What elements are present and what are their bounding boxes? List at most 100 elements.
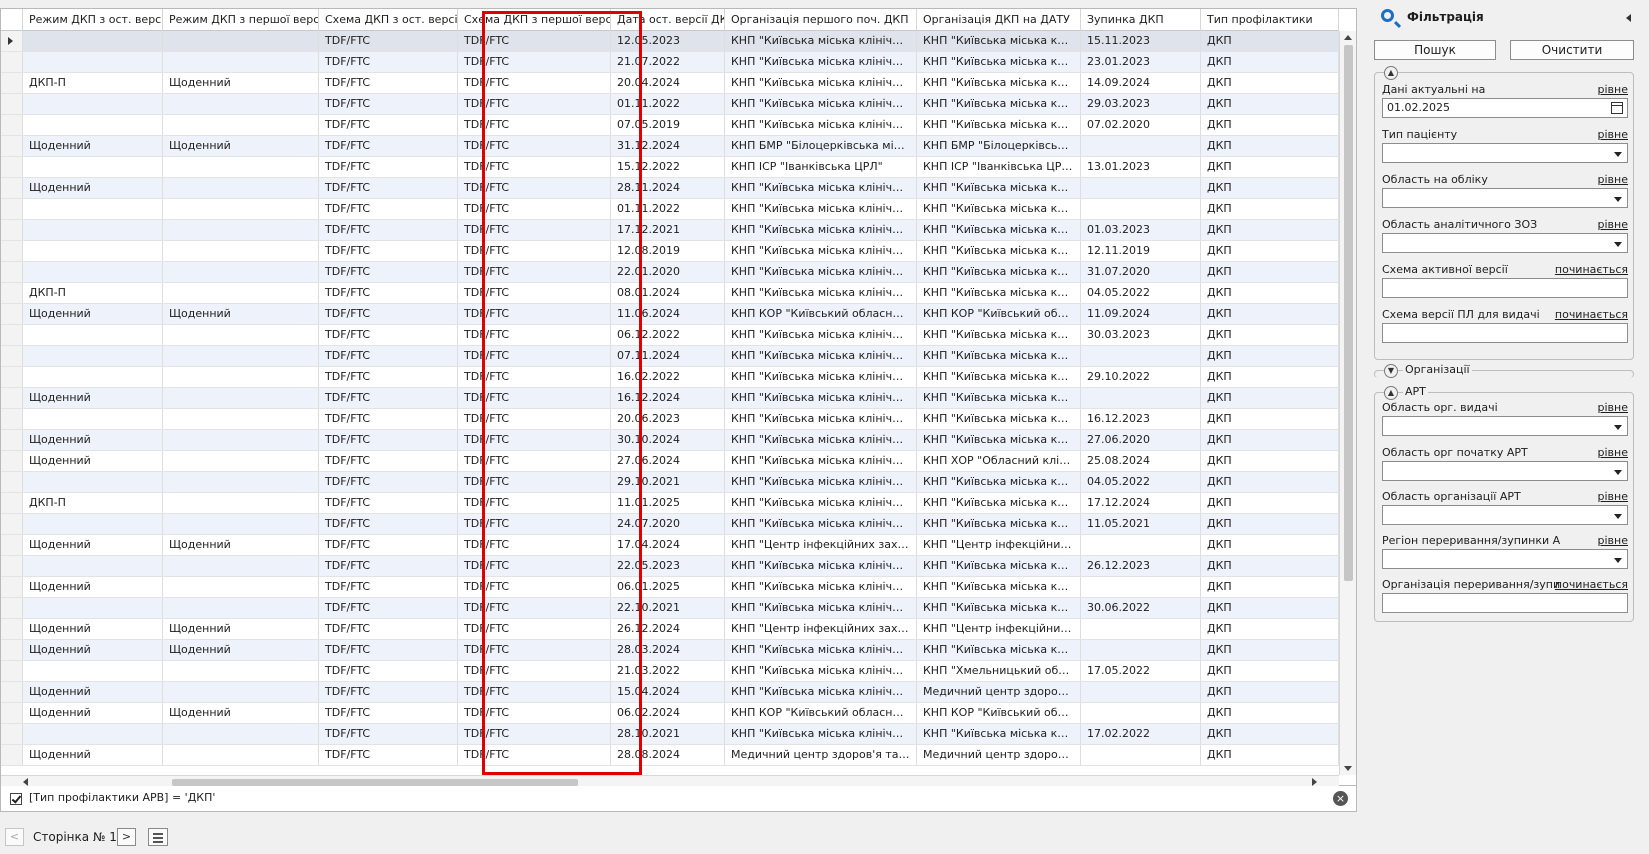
- table-cell-c2[interactable]: [163, 94, 319, 114]
- date-input[interactable]: 01.02.2025: [1382, 98, 1628, 118]
- region-analytic-select[interactable]: [1382, 233, 1628, 253]
- table-cell-c2[interactable]: [163, 283, 319, 303]
- row-indicator[interactable]: [1, 682, 23, 702]
- table-cell-c8[interactable]: 14.09.2024: [1081, 73, 1201, 93]
- table-row[interactable]: TDF/FTC TDF/FTC 21.07.2022 КНП "Київська мі…: [1, 52, 1339, 73]
- table-cell-c5[interactable]: 15.04.2024: [611, 682, 725, 702]
- table-cell-c3[interactable]: TDF/FTC: [319, 52, 458, 72]
- table-cell-c7[interactable]: КНП "Київська міська клініч...: [917, 346, 1081, 366]
- table-cell-c7[interactable]: КНП "Київська міська клініч...: [917, 493, 1081, 513]
- table-cell-c8[interactable]: [1081, 577, 1201, 597]
- table-cell-c1[interactable]: [23, 31, 163, 51]
- table-cell-c3[interactable]: TDF/FTC: [319, 178, 458, 198]
- table-cell-c1[interactable]: [23, 157, 163, 177]
- row-indicator[interactable]: [1, 283, 23, 303]
- table-cell-c4[interactable]: TDF/FTC: [458, 535, 611, 555]
- table-cell-c6[interactable]: КНП "Центр інфекційних захвор...: [725, 535, 917, 555]
- table-cell-c1[interactable]: Щоденний: [23, 745, 163, 765]
- chevron-down-icon[interactable]: [1614, 514, 1622, 519]
- table-cell-c2[interactable]: Щоденний: [163, 535, 319, 555]
- table-cell-c1[interactable]: [23, 514, 163, 534]
- table-cell-c7[interactable]: КНП "Центр інфекційних з...: [917, 535, 1081, 555]
- table-cell-c5[interactable]: 01.11.2022: [611, 94, 725, 114]
- table-cell-c3[interactable]: TDF/FTC: [319, 661, 458, 681]
- next-page-button[interactable]: >: [117, 828, 136, 846]
- table-cell-c7[interactable]: КНП КОР "Київський облас...: [917, 304, 1081, 324]
- table-cell-c5[interactable]: 28.08.2024: [611, 745, 725, 765]
- table-cell-c9[interactable]: ДКП: [1201, 325, 1339, 345]
- table-cell-c6[interactable]: КНП "Київська міська клінічна л...: [725, 346, 917, 366]
- row-indicator[interactable]: [1, 535, 23, 555]
- table-cell-c9[interactable]: ДКП: [1201, 94, 1339, 114]
- scheme-active-input[interactable]: [1382, 278, 1628, 298]
- row-indicator[interactable]: [1, 661, 23, 681]
- table-row[interactable]: TDF/FTC TDF/FTC 12.08.2019 КНП "Київська мі…: [1, 241, 1339, 262]
- table-cell-c4[interactable]: TDF/FTC: [458, 409, 611, 429]
- table-cell-c7[interactable]: КНП "Київська міська клініч...: [917, 556, 1081, 576]
- table-cell-c8[interactable]: 12.11.2019: [1081, 241, 1201, 261]
- table-cell-c8[interactable]: 29.10.2022: [1081, 367, 1201, 387]
- table-cell-c7[interactable]: Медичний центр здоров'я...: [917, 682, 1081, 702]
- table-cell-c1[interactable]: [23, 115, 163, 135]
- table-cell-c9[interactable]: ДКП: [1201, 346, 1339, 366]
- search-button[interactable]: Пошук: [1374, 40, 1496, 60]
- column-header-c3[interactable]: Схема ДКП з ост. версії: [319, 9, 458, 31]
- table-row[interactable]: TDF/FTC TDF/FTC 06.12.2022 КНП "Київська мі…: [1, 325, 1339, 346]
- table-cell-c6[interactable]: КНП "Київська міська клінічна л...: [725, 199, 917, 219]
- row-indicator[interactable]: [1, 241, 23, 261]
- row-indicator[interactable]: [1, 136, 23, 156]
- table-cell-c5[interactable]: 28.11.2024: [611, 178, 725, 198]
- table-cell-c4[interactable]: TDF/FTC: [458, 94, 611, 114]
- table-cell-c6[interactable]: КНП "Київська міська клінічна л...: [725, 178, 917, 198]
- table-cell-c8[interactable]: [1081, 682, 1201, 702]
- table-cell-c8[interactable]: 30.03.2023: [1081, 325, 1201, 345]
- table-cell-c5[interactable]: 17.04.2024: [611, 535, 725, 555]
- calendar-icon[interactable]: [1611, 102, 1623, 114]
- table-cell-c9[interactable]: ДКП: [1201, 661, 1339, 681]
- table-cell-c1[interactable]: Щоденний: [23, 136, 163, 156]
- table-cell-c5[interactable]: 26.12.2024: [611, 619, 725, 639]
- table-cell-c1[interactable]: Щоденний: [23, 640, 163, 660]
- table-cell-c6[interactable]: КНП "Київська міська клінічна л...: [725, 241, 917, 261]
- table-row[interactable]: Щоденний TDF/FTC TDF/FTC 16.12.2024 КНП "Киї…: [1, 388, 1339, 409]
- table-cell-c1[interactable]: [23, 367, 163, 387]
- table-cell-c7[interactable]: КНП "Київська міська клініч...: [917, 409, 1081, 429]
- table-cell-c9[interactable]: ДКП: [1201, 388, 1339, 408]
- clear-filter-icon[interactable]: ×: [1333, 791, 1348, 806]
- table-cell-c4[interactable]: TDF/FTC: [458, 73, 611, 93]
- table-cell-c2[interactable]: [163, 367, 319, 387]
- table-cell-c4[interactable]: TDF/FTC: [458, 493, 611, 513]
- table-cell-c5[interactable]: 30.10.2024: [611, 430, 725, 450]
- table-cell-c9[interactable]: ДКП: [1201, 283, 1339, 303]
- table-cell-c3[interactable]: TDF/FTC: [319, 115, 458, 135]
- table-cell-c2[interactable]: [163, 388, 319, 408]
- table-cell-c3[interactable]: TDF/FTC: [319, 73, 458, 93]
- table-cell-c7[interactable]: КНП "Київська міська клініч...: [917, 598, 1081, 618]
- table-cell-c3[interactable]: TDF/FTC: [319, 682, 458, 702]
- table-row[interactable]: TDF/FTC TDF/FTC 16.02.2022 КНП "Київська мі…: [1, 367, 1339, 388]
- table-cell-c6[interactable]: КНП "Київська міська клінічна л...: [725, 73, 917, 93]
- filter-enabled-checkbox[interactable]: [10, 793, 22, 805]
- table-cell-c7[interactable]: КНП "Київська міська клініч...: [917, 178, 1081, 198]
- table-cell-c4[interactable]: TDF/FTC: [458, 745, 611, 765]
- table-cell-c8[interactable]: 04.05.2022: [1081, 472, 1201, 492]
- table-cell-c4[interactable]: TDF/FTC: [458, 598, 611, 618]
- table-cell-c3[interactable]: TDF/FTC: [319, 493, 458, 513]
- table-cell-c1[interactable]: Щоденний: [23, 703, 163, 723]
- table-cell-c1[interactable]: Щоденний: [23, 178, 163, 198]
- table-cell-c6[interactable]: КНП "Київська міська клінічна л...: [725, 283, 917, 303]
- table-cell-c8[interactable]: 15.11.2023: [1081, 31, 1201, 51]
- table-cell-c4[interactable]: TDF/FTC: [458, 430, 611, 450]
- table-cell-c7[interactable]: КНП "Київська міська клініч...: [917, 388, 1081, 408]
- region-org-issue-select[interactable]: [1382, 416, 1628, 436]
- table-cell-c6[interactable]: КНП "Київська міська клінічна л...: [725, 493, 917, 513]
- row-indicator[interactable]: [1, 430, 23, 450]
- row-indicator[interactable]: [1, 577, 23, 597]
- column-header-c7[interactable]: Організація ДКП на ДАТУ: [917, 9, 1081, 31]
- table-cell-c1[interactable]: [23, 724, 163, 744]
- operator-link[interactable]: рівне: [1598, 128, 1628, 141]
- table-cell-c9[interactable]: ДКП: [1201, 472, 1339, 492]
- table-row[interactable]: Щоденний Щоденний TDF/FTC TDF/FTC 11.06.2024…: [1, 304, 1339, 325]
- table-cell-c5[interactable]: 28.03.2024: [611, 640, 725, 660]
- table-cell-c8[interactable]: [1081, 388, 1201, 408]
